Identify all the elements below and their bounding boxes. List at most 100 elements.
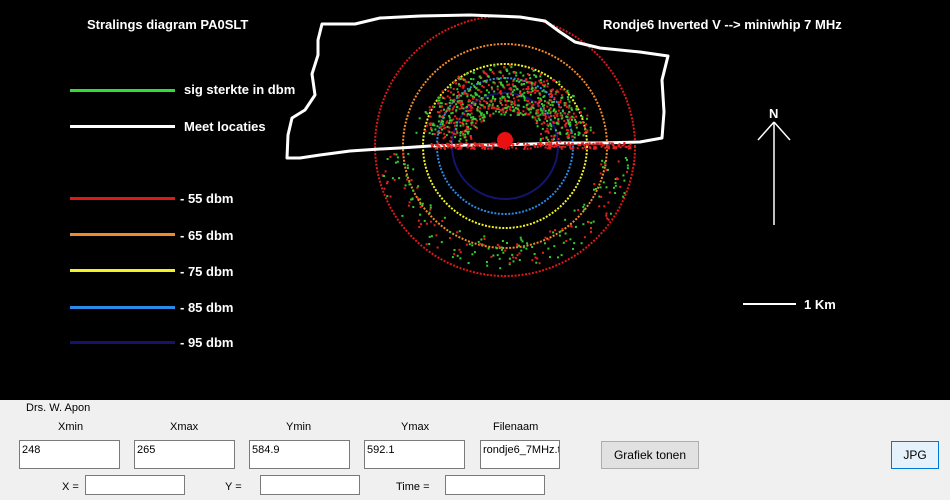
legend-swatch — [70, 197, 175, 200]
signal-point — [544, 146, 547, 149]
signal-point — [490, 255, 493, 258]
signal-point — [570, 108, 573, 111]
signal-point — [500, 92, 503, 95]
signal-point — [391, 177, 394, 180]
signal-point — [554, 110, 557, 113]
signal-point — [558, 145, 561, 148]
signal-point — [568, 100, 571, 103]
signal-point — [516, 254, 519, 257]
signal-point — [525, 104, 528, 107]
signal-point — [512, 260, 515, 263]
signal-point — [511, 146, 514, 149]
signal-point — [483, 116, 486, 119]
signal-point — [583, 107, 586, 110]
signal-point — [459, 124, 462, 127]
signal-point — [564, 218, 567, 221]
signal-point — [549, 128, 552, 131]
signal-point — [509, 100, 512, 103]
signal-point — [429, 124, 432, 126]
signal-point — [450, 121, 453, 124]
signal-point — [467, 81, 470, 84]
signal-point — [623, 179, 626, 182]
signal-point — [607, 145, 610, 148]
signal-point — [562, 110, 564, 113]
signal-point — [441, 90, 444, 93]
signal-point — [451, 256, 454, 259]
signal-point — [560, 117, 563, 120]
signal-point — [622, 144, 625, 147]
signal-point — [552, 114, 555, 117]
signal-point — [627, 145, 630, 148]
signal-point — [536, 115, 539, 117]
signal-point — [515, 80, 518, 82]
jpg-button[interactable]: JPG — [891, 441, 939, 469]
filename-input[interactable]: rondje6_7MHz.t — [480, 440, 560, 469]
y-coordinate-field[interactable] — [260, 475, 360, 495]
signal-point — [504, 249, 507, 252]
signal-point — [593, 188, 595, 191]
signal-point — [603, 205, 606, 208]
signal-point — [529, 111, 532, 114]
signal-point — [443, 124, 446, 127]
signal-point — [507, 147, 510, 150]
signal-point — [425, 124, 428, 127]
signal-point — [598, 195, 601, 198]
signal-point — [536, 89, 539, 92]
signal-point — [448, 115, 451, 117]
signal-point — [535, 261, 538, 264]
ymin-input[interactable]: 584.9 — [249, 440, 350, 469]
signal-point — [572, 247, 574, 250]
signal-point — [550, 125, 553, 128]
signal-point — [567, 134, 570, 136]
ymax-input[interactable]: 592.1 — [364, 440, 465, 469]
signal-point — [551, 94, 553, 97]
signal-point — [522, 74, 525, 77]
signal-point — [402, 153, 405, 156]
signal-point — [527, 85, 530, 88]
signal-point — [543, 85, 546, 88]
signal-point — [590, 221, 593, 224]
signal-point — [559, 230, 562, 233]
signal-point — [574, 225, 577, 228]
signal-point — [456, 106, 459, 108]
signal-point — [536, 121, 538, 124]
signal-point — [576, 147, 579, 150]
signal-point — [512, 143, 515, 146]
show-graph-button[interactable]: Grafiek tonen — [601, 441, 699, 469]
signal-point — [624, 145, 627, 148]
signal-point — [492, 144, 495, 147]
legend-label: Meet locaties — [184, 119, 266, 134]
signal-point — [559, 114, 562, 117]
signal-point — [454, 133, 457, 136]
signal-point — [486, 112, 489, 115]
north-label: N — [769, 106, 779, 121]
signal-point — [546, 120, 549, 122]
signal-point — [574, 133, 576, 136]
signal-point — [467, 125, 470, 128]
signal-point — [484, 94, 486, 97]
signal-point — [584, 126, 586, 129]
signal-point — [468, 143, 471, 146]
signal-point — [473, 147, 476, 150]
signal-point — [493, 64, 496, 67]
signal-point — [433, 124, 436, 127]
signal-point — [563, 119, 566, 122]
signal-point — [501, 95, 504, 98]
signal-point — [539, 75, 542, 78]
signal-point — [566, 89, 569, 92]
signal-point — [407, 204, 410, 207]
plot-title: Stralings diagram PA0SLT — [87, 17, 249, 32]
xmax-input[interactable]: 265 — [134, 440, 235, 469]
x-coordinate-field[interactable] — [85, 475, 185, 495]
signal-point — [438, 146, 441, 148]
signal-point — [596, 142, 599, 145]
signal-point — [428, 132, 431, 135]
signal-point — [462, 107, 465, 110]
signal-point — [575, 126, 578, 129]
signal-point — [401, 214, 404, 217]
xmin-input[interactable]: 248 — [19, 440, 120, 469]
signal-point — [459, 251, 462, 254]
time-field[interactable] — [445, 475, 545, 495]
signal-point — [444, 148, 447, 150]
signal-point — [459, 138, 462, 140]
